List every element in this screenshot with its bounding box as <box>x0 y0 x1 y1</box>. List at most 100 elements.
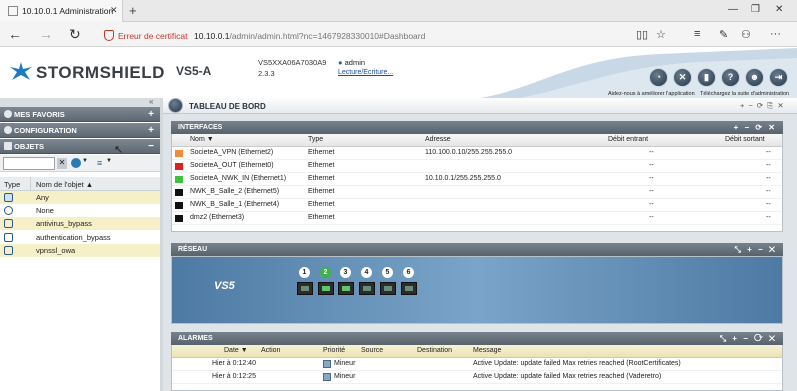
expand-icon[interactable]: + <box>148 123 154 138</box>
interface-type: Ethernet <box>308 188 335 195</box>
group-object-icon <box>4 246 13 255</box>
certificate-warning-icon[interactable] <box>104 30 114 41</box>
ethernet-port-icon[interactable] <box>297 282 313 295</box>
more-icon[interactable]: ··· <box>770 28 781 40</box>
browser-tab[interactable]: 10.10.0.1 Administration ✕ <box>0 0 123 22</box>
object-row[interactable]: antivirus_bypass <box>0 217 160 230</box>
tab-close-icon[interactable]: ✕ <box>110 5 118 16</box>
interface-address: 10.10.0.1/255.255.255.0 <box>425 175 501 182</box>
web-note-icon[interactable]: ✎ <box>719 28 728 41</box>
col-destination[interactable]: Destination <box>417 347 452 354</box>
interface-row[interactable]: dmz2 (Ethernet3) Ethernet -- -- <box>172 212 782 225</box>
minimize-icon[interactable]: — <box>728 4 738 15</box>
col-name[interactable]: Nom ▼ <box>190 136 214 143</box>
sidebar-section-objets[interactable]: OBJETS − <box>0 139 160 154</box>
monitoring-icon[interactable]: ▮ <box>697 68 716 87</box>
refresh-icon[interactable]: ↻ <box>69 26 81 43</box>
improve-app-link[interactable]: Aidez-nous à améliorer l'application <box>608 91 695 97</box>
list-view-icon[interactable]: ≡ <box>97 158 102 168</box>
col-message[interactable]: Message <box>473 347 501 354</box>
object-row[interactable]: None <box>0 204 160 217</box>
interface-row[interactable]: SocieteA_NWK_IN (Ethernet1) Ethernet 10.10… <box>172 173 782 186</box>
interface-row[interactable]: NWK_B_Salle_2 (Ethernet5) Ethernet -- -- <box>172 186 782 199</box>
alarm-row[interactable]: Hier à 0:12:40 Mineur Active Update: updat… <box>172 358 782 371</box>
widget-controls[interactable]: ⤡ + − ✕ <box>734 243 777 256</box>
expand-icon[interactable]: + <box>148 107 154 122</box>
chevron-down-icon[interactable]: ▼ <box>82 158 88 164</box>
ethernet-port-icon[interactable] <box>380 282 396 295</box>
reading-view-icon[interactable]: ▯▯ <box>636 28 648 41</box>
object-row[interactable]: Any <box>0 191 160 204</box>
col-address[interactable]: Adresse <box>425 136 451 143</box>
interface-color-swatch <box>175 189 183 196</box>
ethernet-port-icon[interactable] <box>338 282 354 295</box>
col-outbound[interactable]: Débit sortant <box>725 136 765 143</box>
alarms-widget-header[interactable]: ALARMES ⤡ + − ⟳ ✕ <box>171 332 783 345</box>
url-field[interactable]: 10.10.0.1/admin/admin.html?nc=1467928330… <box>194 31 425 41</box>
brand-logo-text: STORMSHIELD <box>36 63 165 82</box>
section-label: MES FAVORIS <box>14 110 65 119</box>
col-date[interactable]: Date ▼ <box>224 347 248 354</box>
interface-row[interactable]: SocieteA_OUT (Ethernet0) Ethernet -- -- <box>172 160 782 173</box>
port-number-5: 5 <box>382 267 393 278</box>
minor-priority-icon <box>323 360 331 368</box>
group-object-icon <box>4 219 13 228</box>
clear-search-icon[interactable]: ✕ <box>57 158 67 169</box>
collapse-icon[interactable]: − <box>148 139 154 154</box>
share-icon[interactable]: ⚇ <box>741 28 751 41</box>
widget-controls[interactable]: ⤡ + − ⟳ ✕ <box>720 332 777 345</box>
widget-controls[interactable]: + − ⟳ ✕ <box>734 121 777 134</box>
chevron-down-icon[interactable]: ▼ <box>106 158 112 164</box>
interface-name: NWK_B_Salle_1 (Ethernet4) <box>190 201 280 208</box>
object-row[interactable]: vpnssl_owa <box>0 244 160 257</box>
widget-title: ALARMES <box>178 335 213 342</box>
interface-color-swatch <box>175 150 183 157</box>
alarm-message: Active Update: update failed Max retries… <box>473 360 681 367</box>
sidebar-section-configuration[interactable]: CONFIGURATION + <box>0 123 160 138</box>
alarm-row[interactable]: Hier à 0:12:25 Mineur Active Update: updat… <box>172 371 782 384</box>
back-arrow-icon[interactable]: ← <box>8 26 22 42</box>
alarms-table: Date ▼ Action Priorité Source Destinatio… <box>171 345 783 391</box>
sidebar-section-favoris[interactable]: MES FAVORIS + <box>0 107 160 122</box>
col-source[interactable]: Source <box>361 347 383 354</box>
object-name: Any <box>36 193 49 202</box>
ethernet-port-icon[interactable] <box>359 282 375 295</box>
access-mode-link[interactable]: Lecture/Ecriture... <box>338 69 393 76</box>
object-row[interactable]: authentication_bypass <box>0 231 160 244</box>
interface-name: SocieteA_NWK_IN (Ethernet1) <box>190 175 287 182</box>
object-search-input[interactable] <box>3 157 55 170</box>
dashboard-header-icon[interactable]: ◔ <box>649 68 668 87</box>
interface-color-swatch <box>175 176 183 183</box>
certificate-error-label[interactable]: Erreur de certificat <box>118 31 187 41</box>
col-priority[interactable]: Priorité <box>323 347 345 354</box>
interface-inbound: -- <box>649 149 654 156</box>
download-suite-link[interactable]: Téléchargez la suite d'administration <box>700 91 789 97</box>
interfaces-widget-header[interactable]: INTERFACES + − ⟳ ✕ <box>171 121 783 134</box>
ethernet-port-icon[interactable] <box>401 282 417 295</box>
col-inbound[interactable]: Débit entrant <box>608 136 648 143</box>
forward-arrow-icon[interactable]: → <box>39 26 53 42</box>
refresh-objects-icon[interactable] <box>71 158 81 168</box>
ethernet-port-icon[interactable] <box>318 282 334 295</box>
help-icon[interactable]: ? <box>721 68 740 87</box>
column-type[interactable]: Type <box>4 180 20 189</box>
column-object-name[interactable]: Nom de l'objet ▲ <box>36 180 93 189</box>
user-settings-icon[interactable]: ☻ <box>745 68 764 87</box>
dashboard-controls[interactable]: + − ⟳ ⎘ ✕ <box>740 101 785 111</box>
favorite-star-icon[interactable]: ☆ <box>656 28 666 41</box>
port-number-3: 3 <box>340 267 351 278</box>
logout-icon[interactable]: ⇥ <box>769 68 788 87</box>
object-name: None <box>36 206 54 215</box>
new-tab-button[interactable]: + <box>129 3 137 18</box>
col-type[interactable]: Type <box>308 136 323 143</box>
restore-icon[interactable]: ❐ <box>751 4 760 15</box>
collapse-sidebar-icon[interactable]: « <box>149 97 153 106</box>
window-close-icon[interactable]: ✕ <box>775 4 783 15</box>
interface-row[interactable]: SocieteA_VPN (Ethernet2) Ethernet 110.100.… <box>172 147 782 160</box>
network-widget-header[interactable]: RÉSEAU ⤡ + − ✕ <box>171 243 783 256</box>
hub-icon[interactable]: ≡ <box>694 28 700 40</box>
col-action[interactable]: Action <box>261 347 280 354</box>
tools-icon[interactable]: ✕ <box>673 68 692 87</box>
interface-name: SocieteA_OUT (Ethernet0) <box>190 162 274 169</box>
interface-row[interactable]: NWK_B_Salle_1 (Ethernet4) Ethernet -- -- <box>172 199 782 212</box>
